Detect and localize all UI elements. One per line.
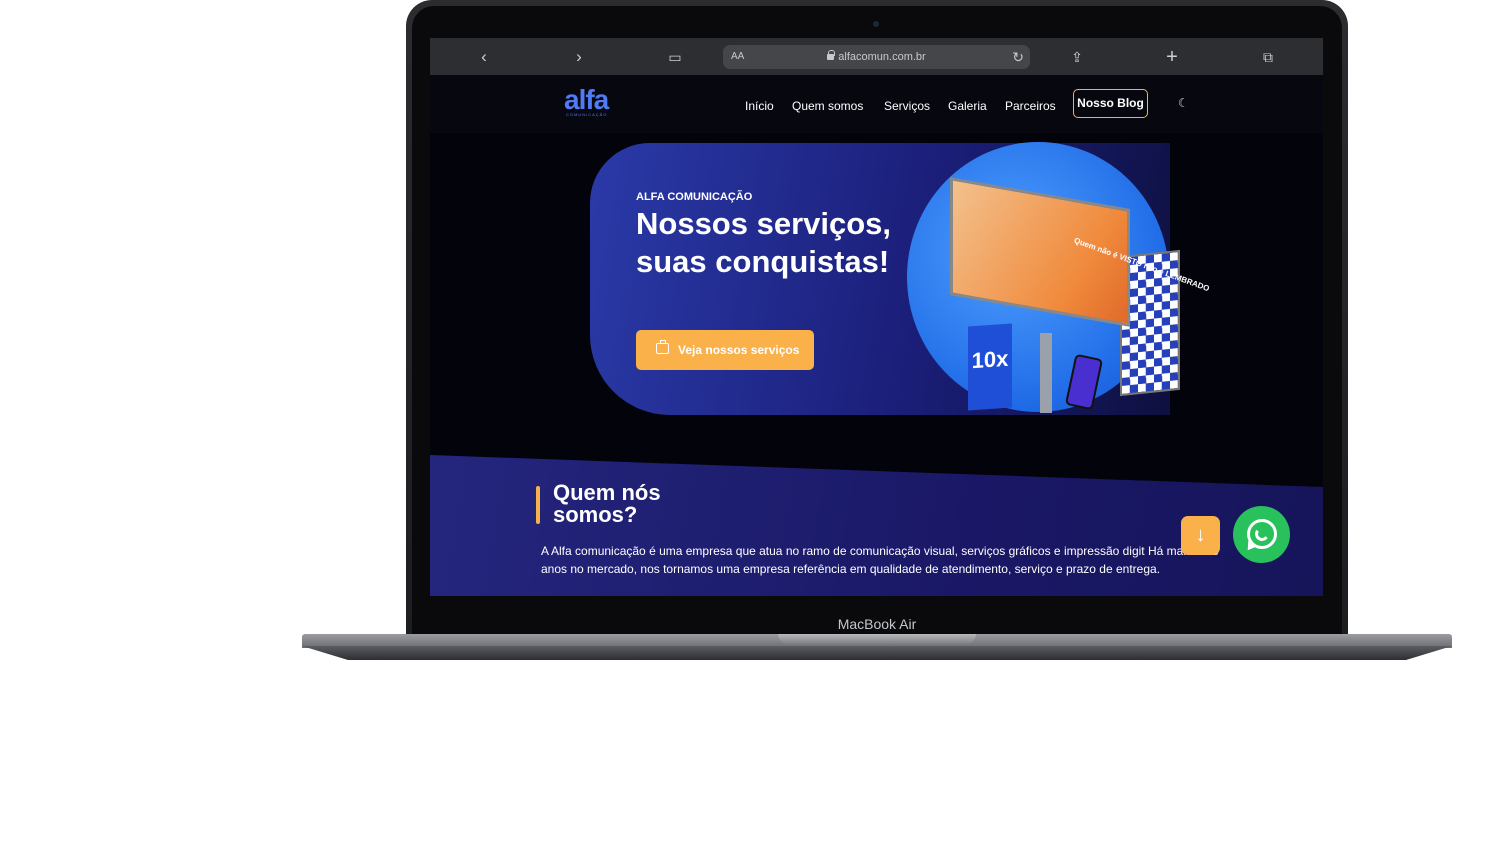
camera-icon	[873, 21, 879, 27]
site-header: alfa COMUNICAÇÃO Início Quem somos Servi…	[430, 75, 1323, 133]
nav-servicos[interactable]: Serviços	[884, 99, 930, 113]
reload-icon[interactable]: ↻	[1012, 45, 1024, 69]
about-title: Quem nós somos?	[553, 480, 661, 527]
url-text: alfacomun.com.br	[838, 51, 926, 63]
hero-kicker: ALFA COMUNICAÇÃO	[636, 191, 753, 203]
nav-quem-somos[interactable]: Quem somos	[792, 99, 863, 113]
roll-banner: 10x	[968, 323, 1012, 411]
address-bar[interactable]: AA alfacomun.com.br ↻	[723, 45, 1030, 69]
nav-galeria[interactable]: Galeria	[948, 99, 987, 113]
book-icon[interactable]: ▭	[663, 46, 687, 68]
blog-button[interactable]: Nosso Blog	[1073, 89, 1148, 118]
nav-parceiros[interactable]: Parceiros	[1005, 99, 1056, 113]
back-icon[interactable]: ‹	[472, 46, 496, 68]
arrow-down-icon: ↓	[1195, 524, 1206, 546]
lock-icon	[827, 50, 836, 60]
about-text: A Alfa comunicação é uma empresa que atu…	[541, 544, 1219, 576]
share-icon[interactable]: ⇪	[1065, 46, 1089, 68]
forward-icon[interactable]: ›	[567, 46, 591, 68]
services-cta-button[interactable]: Veja nossos serviços	[636, 330, 814, 370]
nav-inicio[interactable]: Início	[745, 99, 774, 113]
browser-screen: ‹ › ▭ AA alfacomun.com.br ↻ ⇪ + ⧉ alfa C…	[430, 38, 1323, 596]
whatsapp-button[interactable]	[1233, 506, 1290, 563]
services-cta-label: Veja nossos serviços	[678, 343, 800, 357]
site-logo[interactable]: alfa	[564, 86, 609, 114]
laptop-notch	[778, 634, 976, 644]
billboard-pole	[1040, 333, 1052, 413]
hero-headline: Nossos serviços, suas conquistas!	[636, 206, 892, 279]
about-accent-bar	[536, 486, 540, 524]
plus-icon[interactable]: +	[1160, 46, 1184, 68]
safari-toolbar: ‹ › ▭ AA alfacomun.com.br ↻ ⇪ + ⧉	[430, 38, 1323, 75]
briefcase-icon	[656, 340, 669, 354]
tabs-icon[interactable]: ⧉	[1256, 46, 1280, 68]
moon-icon[interactable]: ☾	[1178, 96, 1189, 110]
site-logo-sub: COMUNICAÇÃO	[566, 112, 608, 117]
model-label: MacBook Air	[837, 616, 917, 632]
laptop-base-bottom	[302, 646, 1452, 660]
scroll-down-button[interactable]: ↓	[1181, 516, 1220, 555]
stage: ‹ › ▭ AA alfacomun.com.br ↻ ⇪ + ⧉ alfa C…	[0, 0, 1498, 860]
